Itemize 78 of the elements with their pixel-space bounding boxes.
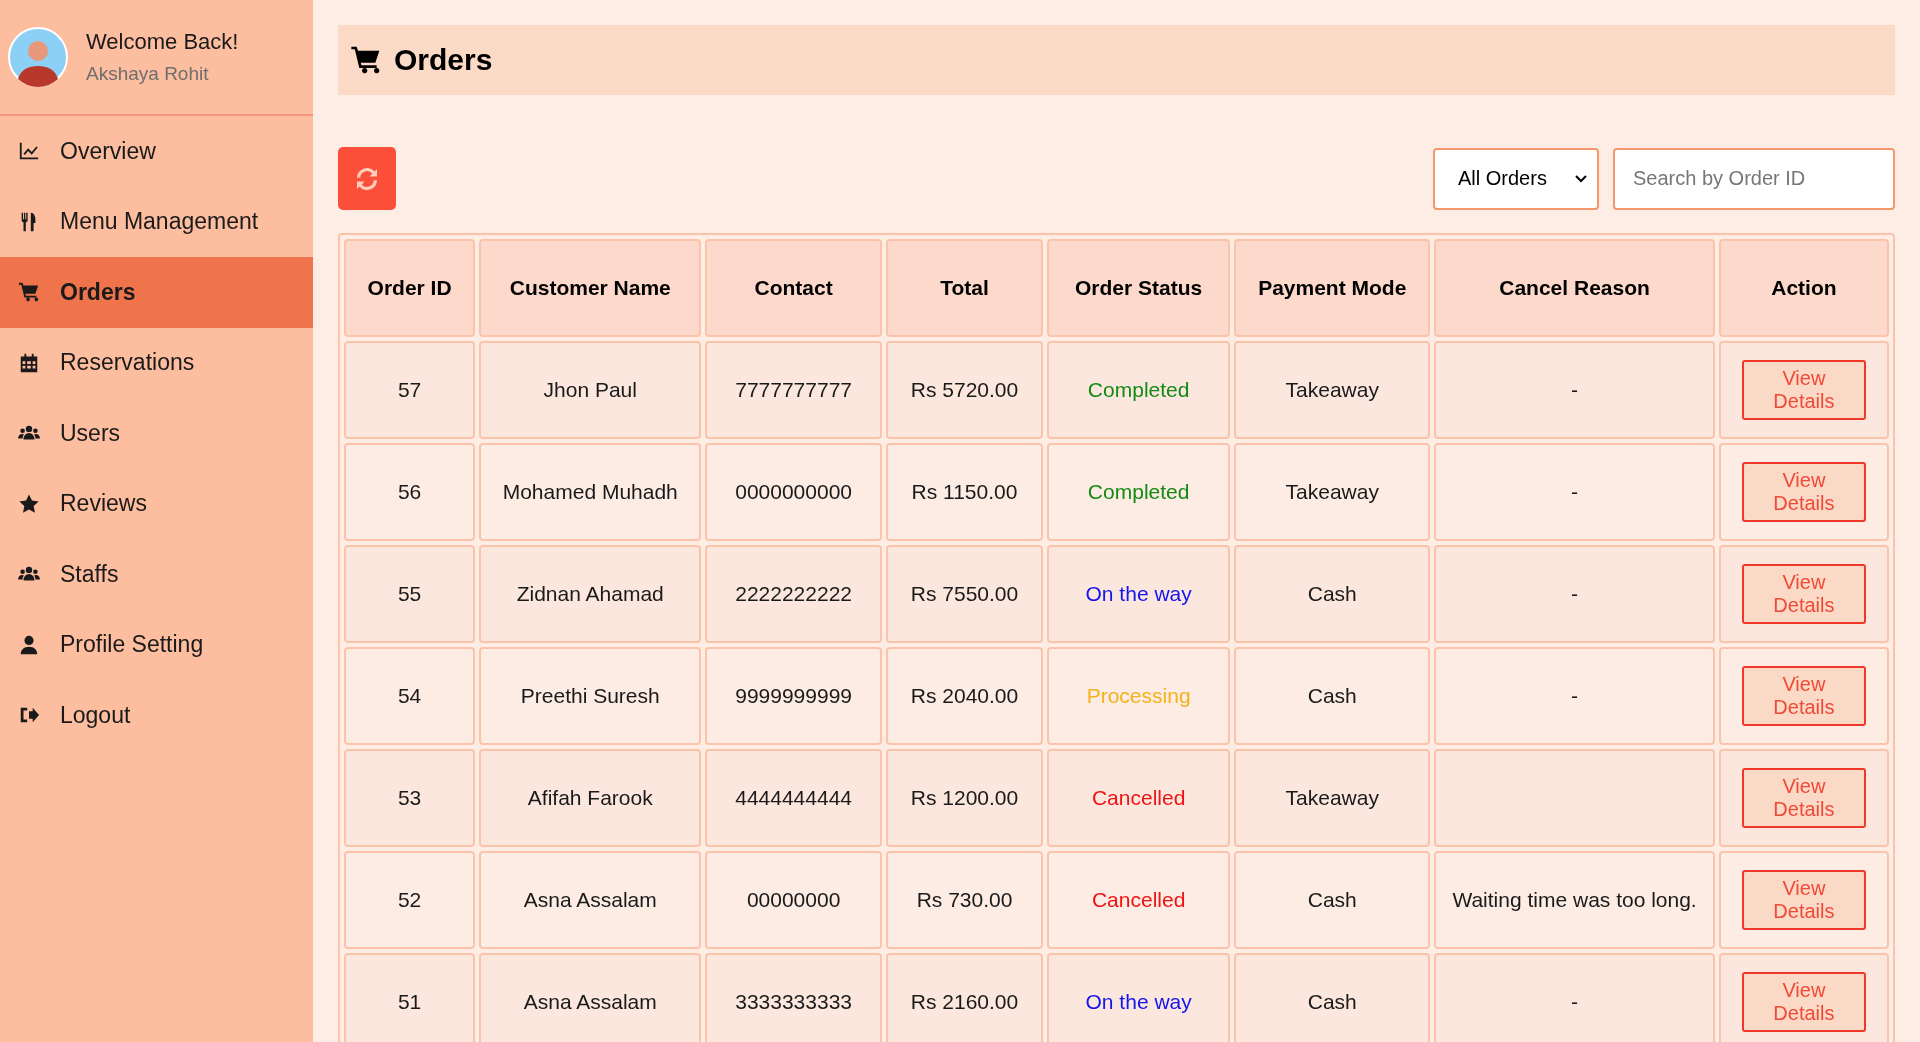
table-cell: 7777777777 — [705, 341, 882, 439]
table-cell: Cash — [1234, 545, 1431, 643]
table-cell: - — [1434, 545, 1715, 643]
cart-icon — [350, 44, 382, 76]
table-cell: 56 — [344, 443, 476, 541]
table-cell: Rs 730.00 — [885, 851, 1044, 949]
column-header: Order Status — [1047, 239, 1231, 337]
status-cell: Processing — [1047, 647, 1231, 745]
welcome-text: Welcome Back! — [86, 29, 239, 55]
table-cell: - — [1434, 341, 1715, 439]
status-cell: Cancelled — [1047, 851, 1231, 949]
nav-item[interactable]: Staffs — [0, 539, 313, 610]
table-cell: 0000000000 — [705, 443, 882, 541]
status-cell: Completed — [1047, 443, 1231, 541]
table-cell: - — [1434, 647, 1715, 745]
star-icon — [18, 492, 40, 515]
column-header: Order ID — [344, 239, 476, 337]
nav-item[interactable]: Logout — [0, 680, 313, 751]
user-name: Akshaya Rohit — [86, 63, 210, 85]
table-cell: Cash — [1234, 851, 1431, 949]
person-icon — [18, 633, 40, 656]
status-cell: On the way — [1047, 953, 1231, 1042]
table-cell: 3333333333 — [705, 953, 882, 1042]
table-cell: 2222222222 — [705, 545, 882, 643]
table-cell: Rs 2160.00 — [885, 953, 1044, 1042]
column-header: Payment Mode — [1234, 239, 1431, 337]
refresh-button[interactable] — [338, 147, 396, 210]
nav-item[interactable]: Orders — [0, 257, 313, 328]
table-cell: Takeaway — [1234, 749, 1431, 847]
column-header: Cancel Reason — [1434, 239, 1715, 337]
status-cell: Completed — [1047, 341, 1231, 439]
table-cell: Cash — [1234, 953, 1431, 1042]
table-cell: Rs 1150.00 — [885, 443, 1044, 541]
table-cell: Preethi Suresh — [479, 647, 702, 745]
calendar-icon — [18, 351, 40, 374]
avatar-icon — [8, 27, 68, 87]
status-cell: Cancelled — [1047, 749, 1231, 847]
table-cell: 57 — [344, 341, 476, 439]
table-cell: 4444444444 — [705, 749, 882, 847]
nav-item[interactable]: Overview — [0, 116, 313, 187]
status-cell: On the way — [1047, 545, 1231, 643]
table-cell: Asna Assalam — [479, 851, 702, 949]
table-cell: 54 — [344, 647, 476, 745]
chevron-down-icon — [1575, 174, 1587, 183]
table-cell: Rs 2040.00 — [885, 647, 1044, 745]
table-cell: Rs 7550.00 — [885, 545, 1044, 643]
nav-item[interactable]: Users — [0, 398, 313, 469]
table-cell: Takeaway — [1234, 341, 1431, 439]
table-cell: Zidnan Ahamad — [479, 545, 702, 643]
table-cell: 51 — [344, 953, 476, 1042]
nav-item[interactable]: Reviews — [0, 468, 313, 539]
table-cell: Jhon Paul — [479, 341, 702, 439]
table-cell: 00000000 — [705, 851, 882, 949]
cart-icon — [18, 281, 40, 304]
table-cell: 53 — [344, 749, 476, 847]
table-cell: Waiting time was too long. — [1434, 851, 1715, 949]
table-cell: - — [1434, 443, 1715, 541]
table-cell: Afifah Farook — [479, 749, 702, 847]
table-cell: 9999999999 — [705, 647, 882, 745]
nav-item[interactable]: Menu Management — [0, 186, 313, 257]
table-cell: 55 — [344, 545, 476, 643]
table-cell: Asna Assalam — [479, 953, 702, 1042]
table-cell: Takeaway — [1234, 443, 1431, 541]
table-cell: Rs 1200.00 — [885, 749, 1044, 847]
column-header: Customer Name — [479, 239, 702, 337]
table-cell: 52 — [344, 851, 476, 949]
column-header: Total — [885, 239, 1044, 337]
search-field[interactable]: Search by Order ID — [1613, 147, 1895, 210]
table-cell: Rs 5720.00 — [885, 341, 1044, 439]
page-title: Orders — [394, 43, 493, 77]
nav-item[interactable]: Profile Setting — [0, 609, 313, 680]
table-cell: Cash — [1234, 647, 1431, 745]
order-filter-dropdown[interactable]: All Orders — [1433, 147, 1599, 210]
column-header: Action — [1718, 239, 1889, 337]
table-cell: Mohamed Muhadh — [479, 443, 702, 541]
table-cell: - — [1434, 953, 1715, 1042]
column-header: Contact — [705, 239, 882, 337]
nav-item[interactable]: Reservations — [0, 327, 313, 398]
